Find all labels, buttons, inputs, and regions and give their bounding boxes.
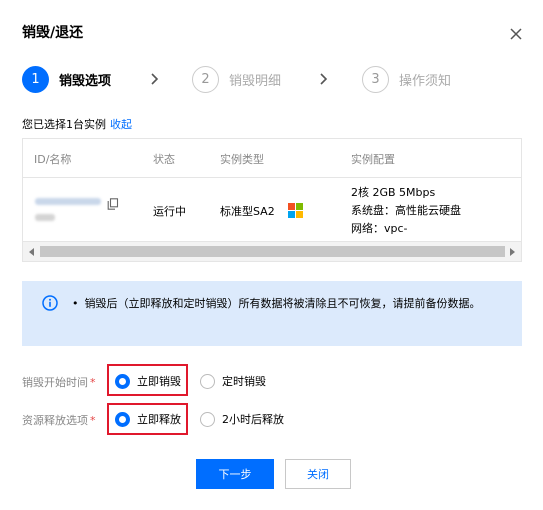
config-network: 网络：vpc- xyxy=(351,222,408,235)
step-3: 3 操作须知 xyxy=(362,66,451,93)
table-header: ID/名称 状态 实例类型 实例配置 xyxy=(23,139,521,178)
radio-release-2h[interactable]: 2小时后释放 xyxy=(200,411,284,427)
next-button[interactable]: 下一步 xyxy=(196,459,274,489)
stepper: 1 销毁选项 2 销毁明细 3 操作须知 xyxy=(22,66,522,96)
release-option-label: 资源释放选项 * xyxy=(22,414,96,427)
selection-count-text: 您已选择1台实例 xyxy=(22,118,106,131)
scrollbar-thumb[interactable] xyxy=(40,246,505,257)
column-header-type: 实例类型 xyxy=(220,153,264,166)
radio-destroy-now[interactable]: 立即销毁 xyxy=(115,373,181,389)
destroy-time-label: 销毁开始时间 * xyxy=(22,376,96,389)
column-header-status: 状态 xyxy=(153,153,175,166)
column-header-config: 实例配置 xyxy=(351,153,395,166)
radio-checked-icon xyxy=(115,411,130,427)
step-3-label: 操作须知 xyxy=(399,74,452,89)
chevron-right-icon xyxy=(320,73,328,85)
radio-release-now[interactable]: 立即释放 xyxy=(115,411,181,427)
scroll-left-icon[interactable] xyxy=(29,248,34,256)
collapse-link[interactable]: 收起 xyxy=(110,118,132,131)
step-2: 2 销毁明细 xyxy=(192,66,281,93)
instance-table: ID/名称 状态 实例类型 实例配置 运行中 标准型SA2 2核 2GB 5Mb… xyxy=(22,138,522,262)
instance-id-redacted[interactable] xyxy=(35,198,101,205)
chevron-right-icon xyxy=(151,73,159,85)
step-3-number: 3 xyxy=(362,66,389,93)
windows-icon xyxy=(288,203,303,218)
scroll-right-icon[interactable] xyxy=(510,248,515,256)
dialog-title: 销毁/退还 xyxy=(22,25,84,41)
step-1: 1 销毁选项 xyxy=(22,66,111,93)
radio-unchecked-icon xyxy=(200,411,215,427)
warning-notice: • 销毁后（立即释放和定时销毁）所有数据将被清除且不可恢复，请提前备份数据。 xyxy=(22,281,522,346)
config-disk: 系统盘：高性能云硬盘 xyxy=(351,204,461,217)
instance-status: 运行中 xyxy=(153,205,186,218)
step-2-label: 销毁明细 xyxy=(229,74,282,89)
close-button[interactable]: 关闭 xyxy=(285,459,351,489)
selection-summary: 您已选择1台实例 收起 xyxy=(22,116,132,132)
column-header-id: ID/名称 xyxy=(34,153,72,166)
instance-name-redacted xyxy=(35,214,55,221)
step-1-label: 销毁选项 xyxy=(59,74,112,89)
instance-type: 标准型SA2 xyxy=(220,205,275,218)
step-1-number: 1 xyxy=(22,66,49,93)
info-icon xyxy=(42,295,58,311)
notice-message: 销毁后（立即释放和定时销毁）所有数据将被清除且不可恢复，请提前备份数据。 xyxy=(84,297,481,310)
close-icon[interactable] xyxy=(506,24,526,44)
radio-unchecked-icon xyxy=(200,373,215,389)
table-row: 运行中 标准型SA2 2核 2GB 5Mbps 系统盘：高性能云硬盘 网络：vp… xyxy=(23,178,521,242)
notice-text: • 销毁后（立即释放和定时销毁）所有数据将被清除且不可恢复，请提前备份数据。 xyxy=(72,297,481,310)
step-2-number: 2 xyxy=(192,66,219,93)
radio-checked-icon xyxy=(115,373,130,389)
config-spec: 2核 2GB 5Mbps xyxy=(351,186,436,199)
radio-destroy-scheduled[interactable]: 定时销毁 xyxy=(200,373,266,389)
horizontal-scrollbar[interactable] xyxy=(23,241,521,261)
copy-icon[interactable] xyxy=(107,198,119,210)
